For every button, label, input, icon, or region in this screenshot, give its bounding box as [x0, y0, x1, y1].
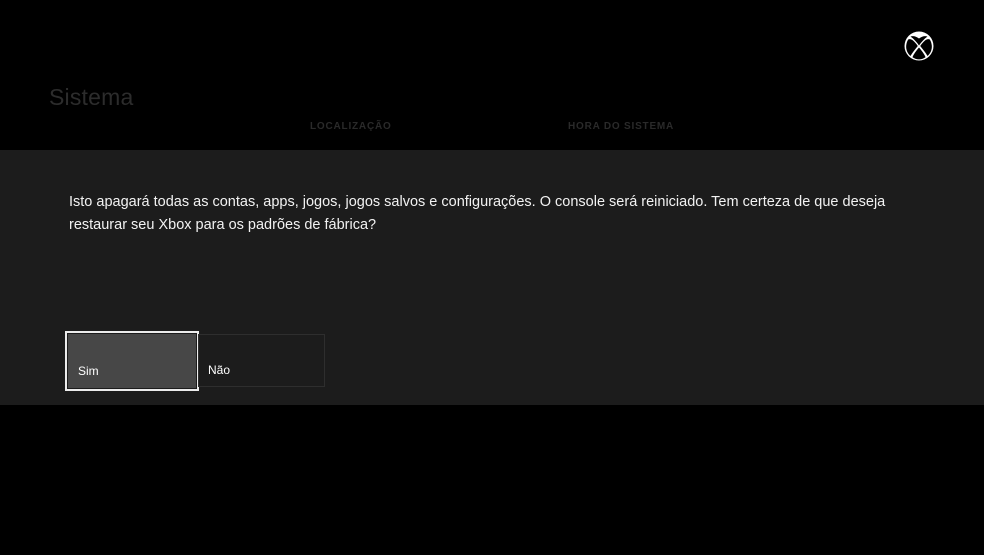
yes-button[interactable]: Sim — [65, 331, 199, 391]
xbox-logo-icon[interactable] — [903, 30, 935, 62]
tab-localizacao[interactable]: LOCALIZAÇÃO — [310, 121, 392, 132]
yes-button-label: Sim — [78, 364, 99, 378]
no-button-label: Não — [208, 363, 231, 377]
dialog-message: Isto apagará todas as contas, apps, jogo… — [69, 194, 886, 233]
factory-reset-dialog: Isto apagará todas as contas, apps, jogo… — [0, 150, 984, 405]
no-button[interactable]: Não — [198, 334, 325, 387]
tab-hora-do-sistema[interactable]: HORA DO SISTEMA — [568, 121, 674, 132]
page-title: Sistema — [49, 84, 134, 110]
